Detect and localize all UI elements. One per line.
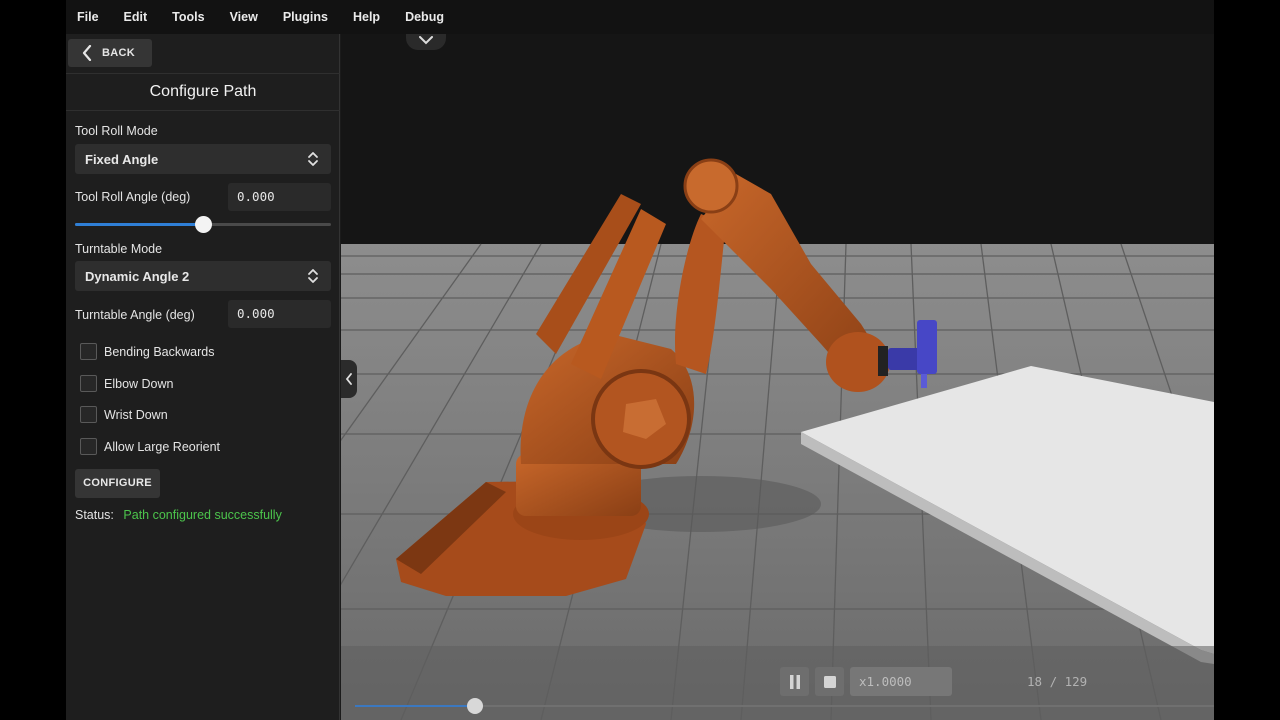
checkbox-bending-backwards[interactable]: Bending Backwards: [80, 343, 214, 360]
checkbox-box[interactable]: [80, 375, 97, 392]
checkbox-elbow-down[interactable]: Elbow Down: [80, 375, 173, 392]
menu-help[interactable]: Help: [353, 10, 380, 24]
chevron-left-icon: [345, 373, 352, 385]
slider-thumb[interactable]: [195, 216, 212, 233]
checkbox-box[interactable]: [80, 343, 97, 360]
chevron-down-icon: [419, 35, 433, 44]
checkbox-label: Allow Large Reorient: [104, 439, 221, 454]
turntable-mode-label: Turntable Mode: [75, 242, 163, 256]
status-value: Path configured successfully: [123, 508, 282, 522]
turntable-mode-select[interactable]: Dynamic Angle 2: [75, 261, 331, 291]
checkbox-label: Elbow Down: [104, 376, 174, 391]
frame-counter: 18 / 129: [1027, 674, 1088, 689]
checkbox-box[interactable]: [80, 406, 97, 423]
turntable-angle-input[interactable]: 0.000: [228, 300, 331, 328]
status-line: Status: Path configured successfully: [75, 508, 282, 522]
view-options-toggle[interactable]: [406, 34, 446, 50]
tool-roll-angle-input[interactable]: 0.000: [228, 183, 331, 211]
menu-debug[interactable]: Debug: [405, 10, 444, 24]
stop-icon: [823, 675, 836, 688]
checkbox-label: Wrist Down: [104, 407, 168, 422]
menu-tools[interactable]: Tools: [172, 10, 204, 24]
timeline-thumb[interactable]: [466, 698, 483, 714]
configure-path-panel: BACK Configure Path Tool Roll Mode Fixed…: [66, 34, 340, 720]
letterbox-left: [0, 0, 66, 720]
3d-viewport[interactable]: x1.0000 18 / 129: [341, 34, 1214, 720]
tool-roll-mode-select[interactable]: Fixed Angle: [75, 144, 331, 174]
menu-file[interactable]: File: [77, 10, 99, 24]
playback-speed-input[interactable]: x1.0000: [850, 667, 952, 696]
collapse-sidebar-button[interactable]: [341, 360, 357, 398]
pause-icon: [789, 674, 800, 689]
scene-render: [341, 34, 1214, 720]
select-arrows-icon: [308, 152, 318, 166]
panel-title: Configure Path: [66, 73, 340, 111]
back-button[interactable]: BACK: [68, 39, 152, 67]
pause-button[interactable]: [780, 667, 809, 696]
turntable-mode-value: Dynamic Angle 2: [85, 268, 190, 284]
timeline-slider[interactable]: [355, 698, 1214, 714]
back-button-label: BACK: [102, 47, 135, 59]
select-arrows-icon: [308, 269, 318, 283]
timeline-progress: [355, 705, 475, 707]
configure-button[interactable]: CONFIGURE: [75, 469, 160, 498]
tool-roll-angle-slider[interactable]: [75, 216, 331, 233]
app-window: File Edit Tools View Plugins Help Debug …: [66, 0, 1214, 720]
turntable-angle-label: Turntable Angle (deg): [75, 308, 195, 322]
tool-roll-mode-value: Fixed Angle: [85, 151, 159, 167]
chevron-left-icon: [82, 45, 92, 61]
menu-plugins[interactable]: Plugins: [283, 10, 328, 24]
tool-roll-mode-label: Tool Roll Mode: [75, 124, 158, 138]
checkbox-wrist-down[interactable]: Wrist Down: [80, 406, 168, 423]
letterbox-right: [1214, 0, 1280, 720]
tool-roll-angle-label: Tool Roll Angle (deg): [75, 190, 191, 204]
stop-button[interactable]: [815, 667, 844, 696]
slider-fill: [75, 223, 203, 226]
menu-edit[interactable]: Edit: [124, 10, 148, 24]
checkbox-box[interactable]: [80, 438, 97, 455]
menu-bar: File Edit Tools View Plugins Help Debug: [66, 0, 1214, 34]
checkbox-allow-large-reorient[interactable]: Allow Large Reorient: [80, 438, 220, 455]
menu-view[interactable]: View: [230, 10, 258, 24]
checkbox-label: Bending Backwards: [104, 344, 215, 359]
status-label: Status:: [75, 508, 114, 522]
